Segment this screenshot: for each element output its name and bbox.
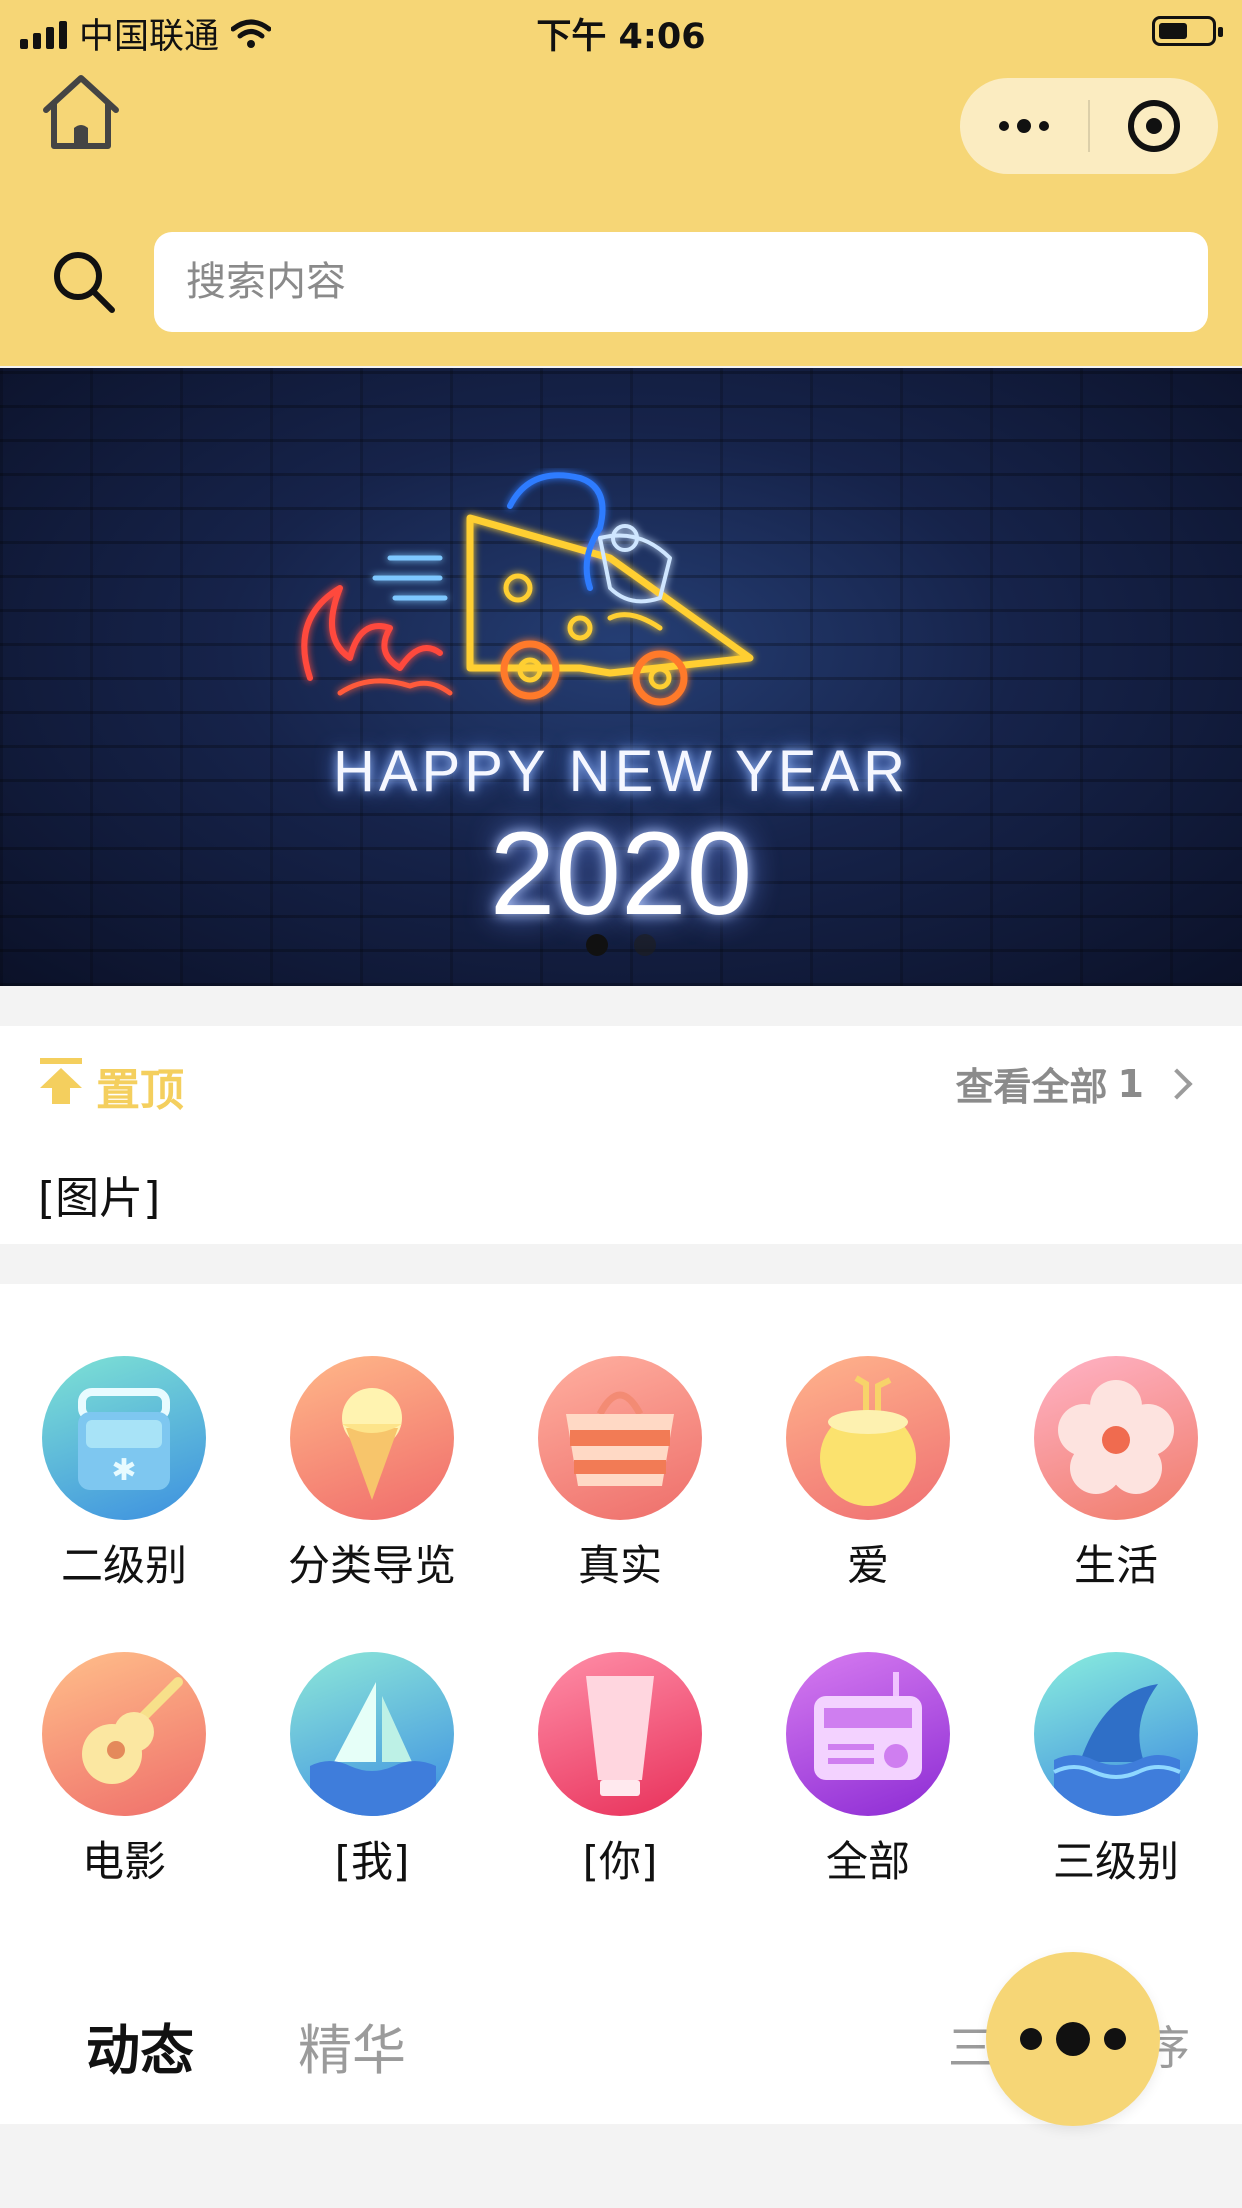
more-menu-button[interactable] (960, 78, 1088, 174)
flower-icon (1034, 1356, 1198, 1520)
carousel-dot-active[interactable] (586, 934, 608, 956)
carousel-dot[interactable] (634, 934, 656, 956)
mini-program-capsule (960, 78, 1218, 174)
home-icon[interactable] (38, 70, 124, 152)
category-label: [我] (334, 1837, 410, 1886)
more-icon (999, 119, 1049, 133)
more-dot (1020, 2028, 1042, 2050)
neon-rat-car-image (301, 472, 754, 706)
category-grid: ✱ 二级别 分类导览 真实 爱 生活 电影 [我] [你] 全部 三级别 (0, 1284, 1242, 1924)
bag-icon (538, 1356, 702, 1520)
category-item[interactable]: 生活 (992, 1356, 1240, 1593)
battery-icon (1152, 16, 1223, 46)
cooler-icon: ✱ (42, 1356, 206, 1520)
view-all-count: 1 (1117, 1061, 1144, 1106)
category-item[interactable]: [我] (248, 1652, 496, 1889)
category-label: 二级别 (60, 1541, 187, 1590)
category-item[interactable]: 分类导览 (248, 1356, 496, 1593)
radio-icon (786, 1652, 950, 1816)
close-target-button[interactable] (1090, 78, 1218, 174)
shark-fin-icon (1034, 1652, 1198, 1816)
category-item[interactable]: 真实 (496, 1356, 744, 1593)
category-label: [你] (582, 1837, 658, 1886)
category-label: 真实 (577, 1541, 662, 1590)
category-item[interactable]: [你] (496, 1652, 744, 1889)
target-icon (1128, 100, 1180, 152)
category-item[interactable]: 爱 (744, 1356, 992, 1593)
ice-cream-icon (290, 1356, 454, 1520)
pin-top-icon (40, 1058, 82, 1104)
chevron-right-icon (1161, 1067, 1193, 1100)
sailboat-icon (290, 1652, 454, 1816)
svg-text:✱: ✱ (111, 1453, 136, 1488)
pinned-title: 置顶 (96, 1065, 184, 1116)
more-fab-button[interactable] (986, 1952, 1160, 2126)
clock-time: 下午 4:06 (536, 17, 706, 57)
tab-dynamic[interactable]: 动态 (86, 2006, 194, 2085)
more-dot (1104, 2028, 1126, 2050)
category-item[interactable]: 三级别 (992, 1652, 1240, 1889)
coconut-icon (786, 1356, 950, 1520)
category-label: 全部 (825, 1837, 910, 1886)
category-label: 爱 (846, 1541, 889, 1590)
category-item[interactable]: ✱ 二级别 (0, 1356, 248, 1593)
category-label: 分类导览 (287, 1541, 456, 1590)
guitar-icon (42, 1652, 206, 1816)
category-label: 三级别 (1052, 1837, 1179, 1886)
search-icon[interactable] (50, 248, 118, 316)
banner-headline: HAPPY NEW YEAR (332, 739, 910, 804)
pinned-item[interactable]: [图片] (38, 1162, 160, 1226)
banner-year: 2020 (489, 808, 753, 940)
search-input[interactable]: 搜索内容 (154, 232, 1208, 332)
view-all-link[interactable]: 查看全部 1 (955, 1056, 1193, 1111)
sunscreen-icon (538, 1652, 702, 1816)
tab-featured[interactable]: 精华 (298, 2006, 406, 2085)
banner-carousel[interactable]: HAPPY NEW YEAR 2020 (0, 368, 1242, 986)
category-item[interactable]: 全部 (744, 1652, 992, 1889)
header-bar: 中国联通 下午 4:06 搜索内容 (0, 0, 1242, 366)
category-label: 生活 (1073, 1541, 1158, 1590)
category-item[interactable]: 电影 (0, 1652, 248, 1889)
more-dot (1056, 2022, 1090, 2056)
pinned-section: 置顶 查看全部 1 [图片] (0, 1026, 1242, 1244)
status-bar: 中国联通 下午 4:06 (0, 0, 1242, 62)
view-all-label: 查看全部 (955, 1065, 1108, 1109)
category-label: 电影 (81, 1837, 166, 1886)
